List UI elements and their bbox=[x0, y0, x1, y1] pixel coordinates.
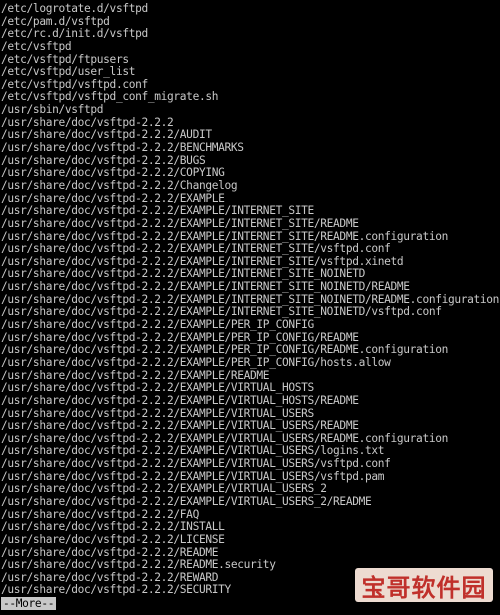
output-line: /usr/share/doc/vsftpd-2.2.2/LICENSE bbox=[1, 532, 225, 546]
output-line: /usr/share/doc/vsftpd-2.2.2/BENCHMARKS bbox=[1, 141, 244, 155]
output-line: /usr/share/doc/vsftpd-2.2.2/EXAMPLE/VIRT… bbox=[1, 494, 372, 508]
output-line: /usr/share/doc/vsftpd-2.2.2/EXAMPLE/INTE… bbox=[1, 216, 359, 230]
output-line: /usr/share/doc/vsftpd-2.2.2/EXAMPLE/PER_… bbox=[1, 355, 391, 369]
terminal-window[interactable]: /etc/logrotate.d/vsftpd/etc/pam.d/vsftpd… bbox=[0, 0, 500, 615]
output-line: /etc/vsftpd bbox=[1, 39, 72, 53]
output-line: /usr/share/doc/vsftpd-2.2.2/EXAMPLE/INTE… bbox=[1, 204, 314, 218]
output-line: /usr/share/doc/vsftpd-2.2.2/Changelog bbox=[1, 178, 238, 192]
output-line: /usr/share/doc/vsftpd-2.2.2/EXAMPLE/VIRT… bbox=[1, 419, 359, 433]
output-line: /usr/share/doc/vsftpd-2.2.2/EXAMPLE/VIRT… bbox=[1, 381, 314, 395]
output-line: /usr/share/doc/vsftpd-2.2.2/EXAMPLE/VIRT… bbox=[1, 393, 359, 407]
output-line: /etc/vsftpd/user_list bbox=[1, 65, 136, 79]
output-line: /usr/sbin/vsftpd bbox=[1, 103, 104, 117]
output-line: /usr/share/doc/vsftpd-2.2.2/EXAMPLE/INTE… bbox=[1, 280, 410, 294]
output-line: /usr/share/doc/vsftpd-2.2.2/EXAMPLE/VIRT… bbox=[1, 457, 391, 471]
output-line: /usr/share/doc/vsftpd-2.2.2/EXAMPLE/PER_… bbox=[1, 318, 314, 332]
output-line: /usr/share/doc/vsftpd-2.2.2/EXAMPLE/INTE… bbox=[1, 242, 391, 256]
watermark-logo: 宝哥软件园 bbox=[355, 568, 493, 602]
more-pager-prompt[interactable]: --More-- bbox=[1, 597, 57, 610]
output-line: /etc/logrotate.d/vsftpd bbox=[1, 2, 148, 15]
file-list-output: /etc/logrotate.d/vsftpd/etc/pam.d/vsftpd… bbox=[1, 2, 499, 597]
output-line: /usr/share/doc/vsftpd-2.2.2/INSTALL bbox=[1, 520, 225, 534]
output-line: /etc/rc.d/init.d/vsftpd bbox=[1, 27, 148, 41]
